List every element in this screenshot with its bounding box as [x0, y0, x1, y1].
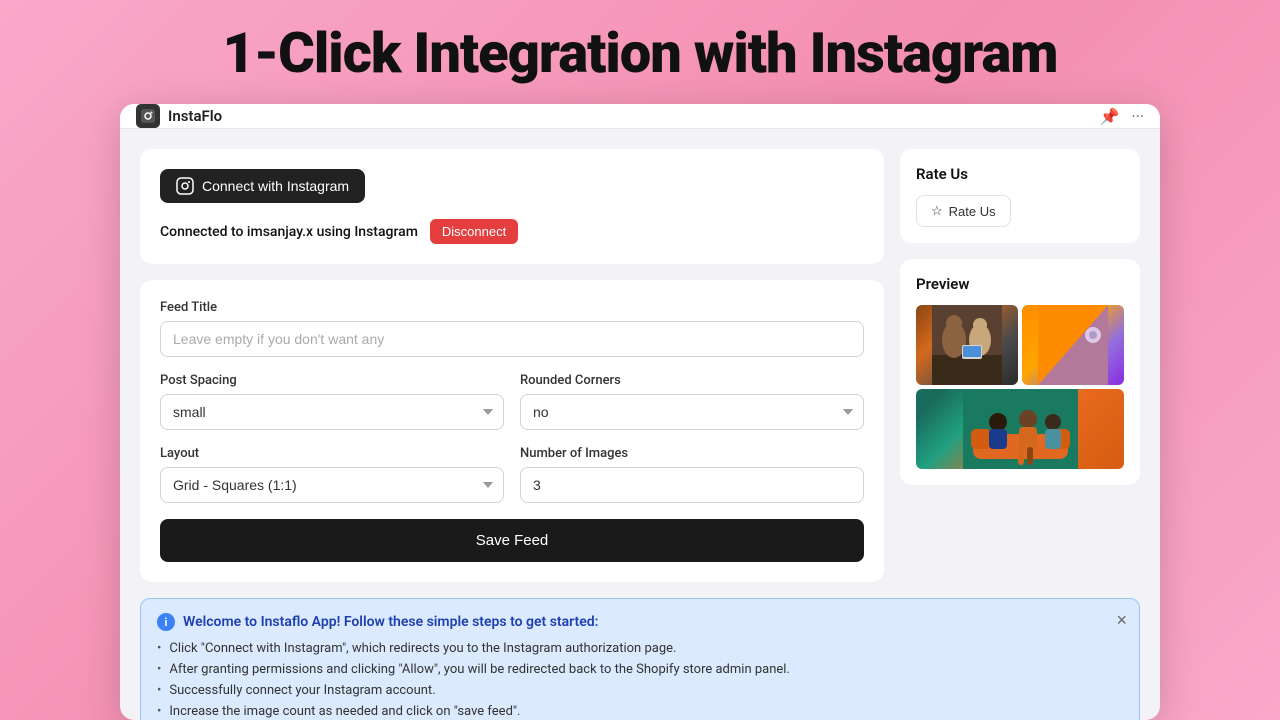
panels-row: Connect with Instagram Connected to imsa…: [140, 149, 1140, 582]
num-images-label: Number of Images: [520, 446, 864, 461]
info-banner-header: i Welcome to Instaflo App! Follow these …: [157, 613, 1123, 631]
instagram-icon: [176, 177, 194, 195]
info-banner-title: Welcome to Instaflo App! Follow these si…: [183, 614, 598, 630]
app-body: Connect with Instagram Connected to imsa…: [120, 129, 1160, 720]
rate-us-panel: Rate Us ☆ Rate Us: [900, 149, 1140, 243]
preview-image-1: [916, 305, 1018, 385]
preview-image-3: [916, 389, 1124, 469]
rate-us-button-label: Rate Us: [949, 204, 996, 219]
post-spacing-label: Post Spacing: [160, 373, 504, 388]
list-item: Click "Connect with Instagram", which re…: [157, 641, 1123, 656]
preview-img-orange: [1022, 305, 1124, 385]
rounded-corners-label: Rounded Corners: [520, 373, 864, 388]
close-banner-button[interactable]: ×: [1116, 611, 1127, 629]
feed-title-input[interactable]: [160, 321, 864, 357]
feed-form-panel: Feed Title Post Spacing small medium lar…: [140, 280, 884, 582]
list-item: After granting permissions and clicking …: [157, 662, 1123, 677]
preview-img-couch: [916, 389, 1124, 469]
app-logo: InstaFlo: [136, 104, 222, 128]
save-feed-button[interactable]: Save Feed: [160, 519, 864, 562]
right-panels: Rate Us ☆ Rate Us Preview: [900, 149, 1140, 582]
pin-icon[interactable]: 📌: [1100, 107, 1120, 126]
rounded-corners-select[interactable]: no yes: [520, 394, 864, 430]
preview-title: Preview: [916, 275, 1124, 293]
rate-us-title: Rate Us: [916, 165, 1124, 183]
layout-select[interactable]: Grid - Squares (1:1) Grid - Portrait Sli…: [160, 467, 504, 503]
app-window: InstaFlo 📌 ··· Connect wit: [120, 104, 1160, 720]
preview-panel: Preview: [900, 259, 1140, 485]
star-icon: ☆: [931, 203, 943, 219]
preview-grid: [916, 305, 1124, 469]
connection-text: Connected to imsanjay.x using Instagram: [160, 224, 418, 240]
connect-button-label: Connect with Instagram: [202, 178, 349, 194]
layout-label: Layout: [160, 446, 504, 461]
feed-title-label: Feed Title: [160, 300, 864, 315]
num-images-group: Number of Images: [520, 446, 864, 503]
app-logo-text: InstaFlo: [168, 107, 222, 125]
disconnect-button[interactable]: Disconnect: [430, 219, 518, 244]
layout-group: Layout Grid - Squares (1:1) Grid - Portr…: [160, 446, 504, 503]
post-spacing-select[interactable]: small medium large none: [160, 394, 504, 430]
ellipsis-icon[interactable]: ···: [1131, 107, 1144, 126]
info-icon: i: [157, 613, 175, 631]
spacing-corners-row: Post Spacing small medium large none Rou…: [160, 373, 864, 430]
feed-title-group: Feed Title: [160, 300, 864, 357]
preview-image-2: [1022, 305, 1124, 385]
layout-images-row: Layout Grid - Squares (1:1) Grid - Portr…: [160, 446, 864, 503]
connect-instagram-button[interactable]: Connect with Instagram: [160, 169, 365, 203]
connect-panel: Connect with Instagram Connected to imsa…: [140, 149, 884, 264]
rounded-corners-group: Rounded Corners no yes: [520, 373, 864, 430]
app-topbar: InstaFlo 📌 ···: [120, 104, 1160, 129]
list-item: Successfully connect your Instagram acco…: [157, 683, 1123, 698]
info-list: Click "Connect with Instagram", which re…: [157, 641, 1123, 720]
app-logo-icon: [136, 104, 160, 128]
topbar-actions: 📌 ···: [1100, 107, 1144, 126]
page-title: 1-Click Integration with Instagram: [223, 20, 1058, 86]
list-item: Increase the image count as needed and c…: [157, 704, 1123, 719]
post-spacing-group: Post Spacing small medium large none: [160, 373, 504, 430]
num-images-input[interactable]: [520, 467, 864, 503]
connection-row: Connected to imsanjay.x using Instagram …: [160, 219, 864, 244]
left-panels: Connect with Instagram Connected to imsa…: [140, 149, 884, 582]
preview-img-people: [916, 305, 1018, 385]
rate-us-button[interactable]: ☆ Rate Us: [916, 195, 1011, 227]
info-banner: i Welcome to Instaflo App! Follow these …: [140, 598, 1140, 720]
